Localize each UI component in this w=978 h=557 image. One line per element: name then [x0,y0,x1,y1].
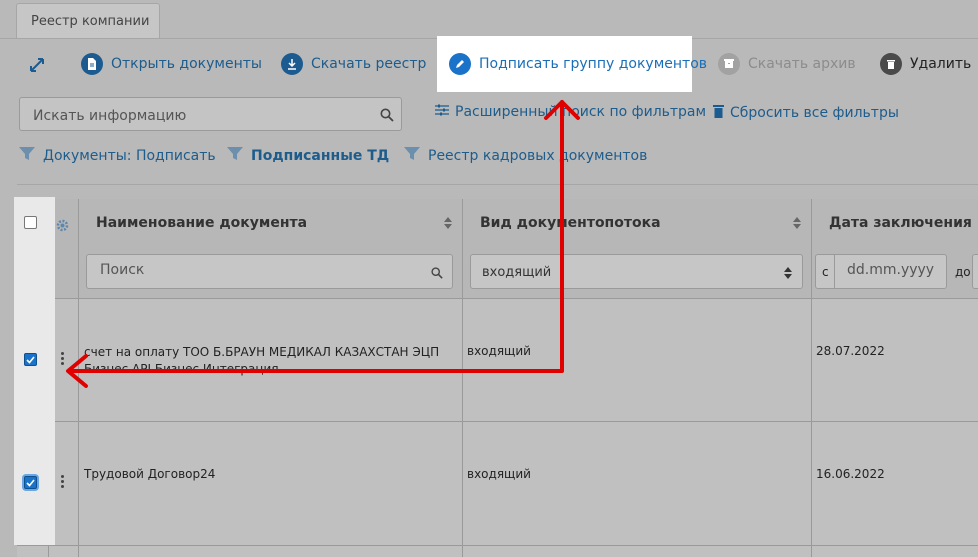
date-from-box[interactable] [834,254,947,289]
date-from-label: с [822,265,829,279]
divider [17,184,978,185]
search-icon[interactable] [380,107,394,126]
row-document-name[interactable]: Трудовой Договор24 [84,467,456,481]
download-icon [281,53,303,75]
row-date: 16.06.2022 [816,467,885,481]
grid-line [462,199,463,557]
filter-label: Реестр кадровых документов [428,148,648,164]
expand-icon[interactable] [30,57,44,76]
pencil-icon [449,53,471,75]
download-archive-label: Скачать архив [748,56,856,72]
delete-button[interactable]: Удалить [880,52,971,76]
grid-line [78,199,79,557]
select-arrows-icon [784,265,792,284]
search-icon[interactable] [431,264,443,283]
filter-documents-sign[interactable]: Документы: Подписать [19,146,216,166]
date-filter: с до [815,254,978,289]
sign-group-button[interactable]: Подписать группу документов [449,52,707,76]
reset-filters-label: Сбросить все фильтры [730,105,899,121]
date-from-input[interactable] [845,261,944,279]
date-from-addon: с [815,254,835,289]
row-checkbox[interactable] [24,353,37,366]
gear-icon[interactable] [56,217,69,236]
funnel-icon [227,147,243,165]
date-to-label: до [955,265,971,279]
name-filter-input[interactable] [98,261,394,279]
filter-label: Подписанные ТД [251,148,390,164]
grid-line [17,545,978,546]
selection-column-highlight [14,197,55,545]
grid-line [811,199,812,557]
advanced-search-link[interactable]: Расширенный поиск по фильтрам [435,104,706,120]
funnel-icon [19,147,35,165]
filter-label: Документы: Подписать [43,148,216,164]
tab-company-registry[interactable]: Реестр компании [16,3,160,39]
sign-group-label: Подписать группу документов [479,56,708,72]
advanced-search-label: Расширенный поиск по фильтрам [455,104,707,120]
row-document-name[interactable]: счет на оплату ТОО Б.БРАУН МЕДИКАЛ КАЗАХ… [84,344,456,378]
open-documents-button[interactable]: Открыть документы [81,52,262,76]
document-icon [81,53,103,75]
trash-icon [880,53,902,75]
search-box[interactable] [19,97,402,131]
download-registry-button[interactable]: Скачать реестр [281,52,426,76]
flow-filter-value: входящий [482,265,552,280]
name-filter-box[interactable] [86,254,453,289]
download-registry-label: Скачать реестр [311,56,427,72]
column-header-name[interactable]: Наименование документа [96,215,307,231]
sort-icon[interactable] [793,215,801,234]
row-date: 28.07.2022 [816,344,885,358]
row-menu-icon[interactable] [61,475,65,488]
archive-icon [718,53,740,75]
row-flow: входящий [467,344,531,358]
date-to-box[interactable] [972,254,978,289]
open-documents-label: Открыть документы [111,56,262,72]
reset-filters-link[interactable]: Сбросить все фильтры [713,104,899,122]
grid-line [17,421,978,422]
trash-icon [713,104,724,122]
column-header-date[interactable]: Дата заключения [829,215,972,231]
column-header-flow[interactable]: Вид документопотока [480,215,661,231]
download-archive-button[interactable]: Скачать архив [718,52,856,76]
filter-signed-td[interactable]: Подписанные ТД [227,146,389,166]
grid-line [17,298,978,299]
delete-label: Удалить [910,56,972,72]
filter-hr-registry[interactable]: Реестр кадровых документов [404,146,647,166]
sliders-icon [435,104,449,120]
select-all-checkbox[interactable] [24,216,37,229]
search-input[interactable] [31,105,375,127]
flow-filter-select[interactable]: входящий [470,254,803,289]
row-checkbox[interactable] [24,476,37,489]
row-flow: входящий [467,467,531,481]
sort-icon[interactable] [444,215,452,234]
row-menu-icon[interactable] [61,352,65,365]
funnel-icon [404,147,420,165]
